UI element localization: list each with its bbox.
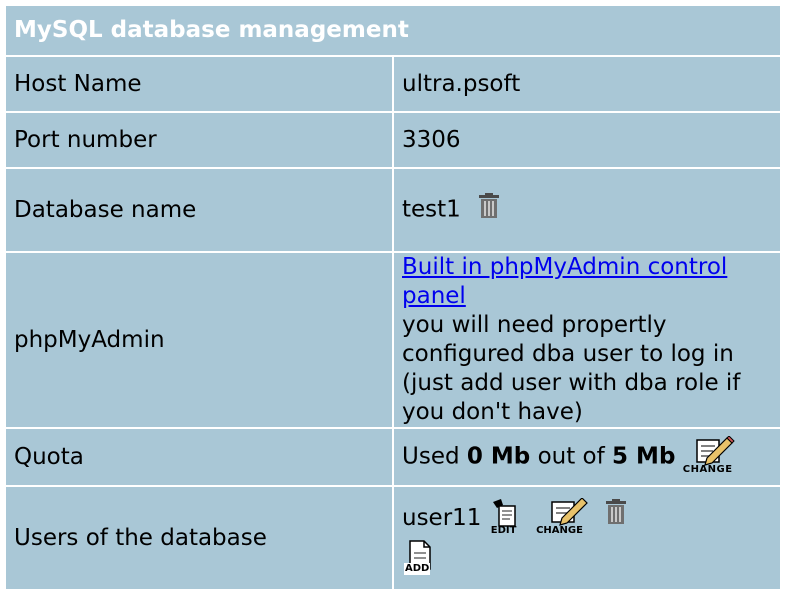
quota-label: Quota — [4, 427, 394, 487]
delete-database-trash-icon[interactable] — [478, 193, 500, 227]
port-value: 3306 — [392, 111, 782, 169]
database-row: Database name test1 — [4, 167, 782, 253]
phpmyadmin-label: phpMyAdmin — [4, 251, 394, 429]
mysql-info-table: MySQL database management Host Name ultr… — [4, 4, 782, 591]
quota-middle: out of — [537, 443, 605, 470]
host-row: Host Name ultra.psoft — [4, 55, 782, 113]
add-user-row: ADD — [402, 539, 772, 579]
users-cell: user11 EDIT CHANGE ADD — [392, 485, 782, 591]
phpmyadmin-note: you will need propertly configured dba u… — [402, 312, 741, 425]
phpmyadmin-link[interactable]: Built in phpMyAdmin control panel — [402, 254, 727, 309]
quota-used: 0 Mb — [466, 443, 531, 470]
mysql-management-panel: MySQL database management Host Name ultr… — [0, 0, 786, 591]
phpmyadmin-cell: Built in phpMyAdmin control panel you wi… — [392, 251, 782, 429]
add-user-icon-text: ADD — [404, 563, 431, 576]
change-user-icon[interactable]: CHANGE — [536, 498, 596, 538]
quota-row: Quota Used 0 Mb out of 5 Mb CHANGE — [4, 427, 782, 487]
quota-cell: Used 0 Mb out of 5 Mb CHANGE — [392, 427, 782, 487]
quota-total: 5 Mb — [612, 443, 676, 470]
database-name: test1 — [402, 196, 461, 223]
user-name: user11 — [402, 504, 482, 531]
host-value: ultra.psoft — [392, 55, 782, 113]
quota-change-icon[interactable]: CHANGE — [683, 436, 737, 478]
edit-user-icon-text: EDIT — [490, 525, 517, 537]
port-row: Port number 3306 — [4, 111, 782, 169]
users-label: Users of the database — [4, 485, 394, 591]
port-label: Port number — [4, 111, 394, 169]
database-value-cell: test1 — [392, 167, 782, 253]
change-user-icon-text: CHANGE — [536, 525, 583, 537]
phpmyadmin-row: phpMyAdmin Built in phpMyAdmin control p… — [4, 251, 782, 429]
users-row: Users of the database user11 EDIT CHANGE… — [4, 485, 782, 591]
title-row: MySQL database management — [4, 4, 782, 57]
add-user-icon[interactable]: ADD — [402, 539, 438, 577]
database-label: Database name — [4, 167, 394, 253]
quota-change-icon-text: CHANGE — [682, 464, 733, 475]
user-entry: user11 EDIT CHANGE — [402, 497, 772, 540]
panel-title: MySQL database management — [4, 4, 782, 57]
delete-user-trash-icon[interactable] — [605, 497, 627, 539]
host-label: Host Name — [4, 55, 394, 113]
edit-user-icon[interactable]: EDIT — [489, 498, 529, 538]
quota-prefix: Used — [402, 443, 460, 470]
